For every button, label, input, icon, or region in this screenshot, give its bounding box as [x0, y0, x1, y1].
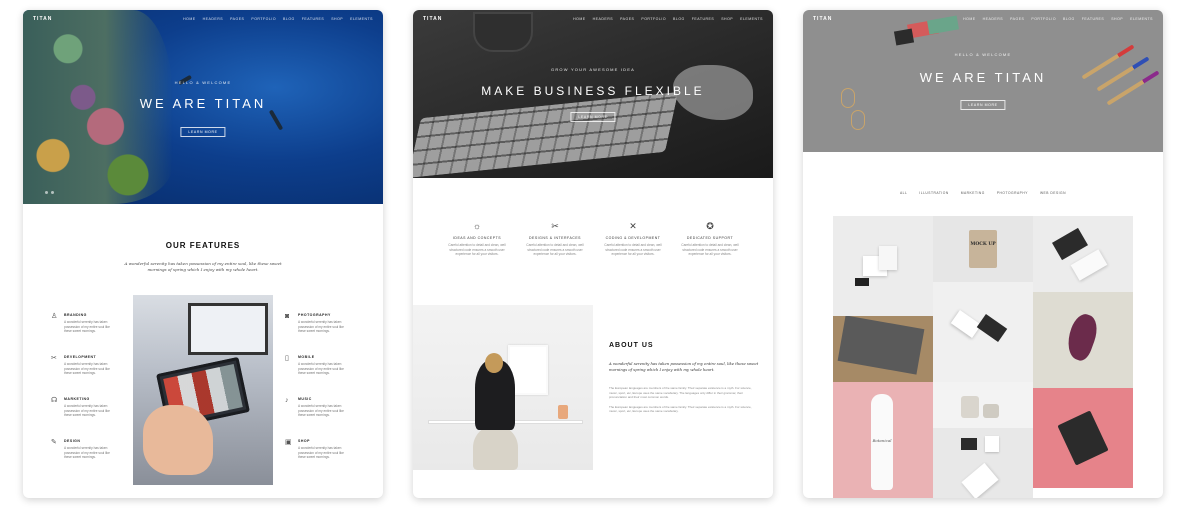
hero-headline: WE ARE TITAN [139, 96, 267, 111]
template-preview-card-2[interactable]: Grow your awesome idea MAKE BUSINESS FLE… [413, 10, 773, 498]
nav-item-blog[interactable]: Blog [673, 17, 685, 21]
nav-item-headers[interactable]: Headers [593, 17, 613, 21]
navbar: TITAN Home Headers Pages Portfolio Blog … [23, 10, 383, 28]
service-designs: ✂ Designs & interfaces Careful attention… [521, 220, 589, 257]
nav-item-blog[interactable]: Blog [1063, 17, 1075, 21]
about-photo [413, 305, 593, 470]
nav-menu: Home Headers Pages Portfolio Blog Featur… [183, 17, 373, 21]
nav-item-blog[interactable]: Blog [283, 17, 295, 21]
learn-more-button[interactable]: Learn more [960, 100, 1006, 110]
nav-item-pages[interactable]: Pages [230, 17, 244, 21]
portfolio-tile-stationery[interactable] [933, 428, 1033, 498]
nav-item-home[interactable]: Home [183, 17, 196, 21]
lightbulb-icon: ♙ [51, 313, 58, 320]
hero-workspace: Grow your awesome idea MAKE BUSINESS FLE… [413, 10, 773, 178]
nav-item-portfolio[interactable]: Portfolio [641, 17, 666, 21]
portfolio-grid: MOCK UP Botanical [833, 216, 1133, 498]
hero-stationery: Hello & welcome WE ARE TITAN Learn more [803, 10, 1163, 152]
site-logo[interactable]: TITAN [423, 16, 442, 22]
nav-item-portfolio[interactable]: Portfolio [1031, 17, 1056, 21]
about-paragraph-2: The European languages are members of th… [609, 404, 752, 414]
about-paragraph-1: The European languages are members of th… [609, 386, 752, 399]
bottle-label: Botanical [872, 438, 892, 443]
hero-headline: MAKE BUSINESS FLEXIBLE [481, 84, 705, 98]
portfolio-tile-notebook[interactable] [1033, 388, 1133, 488]
site-logo[interactable]: TITAN [33, 16, 52, 22]
megaphone-icon: ☊ [51, 397, 58, 404]
nav-item-pages[interactable]: Pages [1010, 17, 1024, 21]
nav-item-shop[interactable]: Shop [331, 17, 343, 21]
template-preview-card-1[interactable]: Hello & welcome WE ARE TITAN Learn more … [23, 10, 383, 498]
bulb-icon: ☼ [472, 221, 482, 231]
filter-web-design[interactable]: Web Design [1040, 191, 1066, 195]
nav-item-home[interactable]: Home [963, 17, 976, 21]
filter-illustration[interactable]: Illustration [919, 191, 948, 195]
hero-underwater: Hello & welcome WE ARE TITAN Learn more [23, 10, 383, 204]
lifebuoy-icon: ✪ [706, 221, 714, 231]
tools-icon: ✂ [551, 221, 559, 231]
hero-kicker: Hello & welcome [954, 52, 1012, 57]
learn-more-button[interactable]: Learn more [180, 127, 226, 137]
slider-dots[interactable] [45, 191, 54, 194]
portfolio-tile-cards-2[interactable] [933, 282, 1033, 382]
nav-item-elements[interactable]: Elements [1130, 17, 1153, 21]
keyboard-image [413, 92, 679, 178]
hero-headline: WE ARE TITAN [919, 70, 1047, 85]
filter-marketing[interactable]: Marketing [961, 191, 985, 195]
tools-icon: ✂ [51, 355, 57, 362]
portfolio-tile-ceramics[interactable] [933, 382, 1033, 428]
portfolio-tile-cards[interactable] [833, 216, 933, 316]
nav-item-headers[interactable]: Headers [203, 17, 223, 21]
nav-item-elements[interactable]: Elements [350, 17, 373, 21]
features-title: OUR FEATURES [165, 241, 241, 250]
template-preview-card-3[interactable]: Hello & welcome WE ARE TITAN Learn more … [803, 10, 1163, 498]
portfolio-tile-book[interactable] [833, 316, 933, 382]
wrench-icon: ✕ [629, 221, 637, 231]
music-icon: ♪ [285, 397, 289, 404]
service-support: ✪ Dedicated support Careful attention to… [676, 220, 744, 257]
navbar: TITAN Home Headers Pages Portfolio Blog … [803, 10, 1163, 28]
nav-item-shop[interactable]: Shop [1111, 17, 1123, 21]
service-coding: ✕ Coding & development Careful attention… [599, 220, 667, 257]
nav-item-headers[interactable]: Headers [983, 17, 1003, 21]
filter-photography[interactable]: Photography [997, 191, 1028, 195]
paperclip-1 [841, 88, 855, 108]
hero-kicker: Hello & welcome [174, 80, 232, 85]
about-quote: A wonderful serenity has taken possessio… [609, 361, 759, 372]
paperclip-2 [851, 110, 865, 130]
tablet-photo [133, 295, 273, 485]
navbar: TITAN Home Headers Pages Portfolio Blog … [413, 10, 773, 28]
portfolio-tile-business-cards[interactable] [1033, 216, 1133, 292]
portfolio-tile-bottle[interactable]: Botanical [833, 382, 933, 498]
nav-item-home[interactable]: Home [573, 17, 586, 21]
nav-item-features[interactable]: Features [692, 17, 714, 21]
site-logo[interactable]: TITAN [813, 16, 832, 22]
portfolio-tile-bag[interactable]: MOCK UP [933, 216, 1033, 282]
learn-more-button[interactable]: Learn more [570, 112, 616, 122]
mockup-bag-label: MOCK UP [970, 242, 996, 247]
shop-icon: ▣ [285, 439, 292, 446]
nav-item-shop[interactable]: Shop [721, 17, 733, 21]
nav-item-pages[interactable]: Pages [620, 17, 634, 21]
portfolio-tile-hand-art[interactable] [1033, 292, 1133, 388]
about-title: ABOUT US [609, 342, 654, 349]
nav-item-features[interactable]: Features [1082, 17, 1104, 21]
filter-all[interactable]: All [900, 191, 907, 195]
mobile-icon: ▯ [285, 355, 289, 362]
hero-kicker: Grow your awesome idea [551, 67, 635, 72]
nav-item-elements[interactable]: Elements [740, 17, 763, 21]
nav-item-portfolio[interactable]: Portfolio [251, 17, 276, 21]
features-lead: A wonderful serenity has taken possessio… [124, 261, 282, 272]
portfolio-filters: All Illustration Marketing Photography W… [803, 191, 1163, 195]
diver-figure-2 [268, 109, 284, 131]
camera-icon: ◙ [285, 313, 290, 320]
nav-menu: Home Headers Pages Portfolio Blog Featur… [573, 17, 763, 21]
paper-scrap-black [893, 28, 915, 46]
service-ideas: ☼ Ideas and concepts Careful attention t… [443, 220, 511, 257]
about-section: ABOUT US A wonderful serenity has taken … [609, 342, 759, 414]
nav-item-features[interactable]: Features [302, 17, 324, 21]
nav-menu: Home Headers Pages Portfolio Blog Featur… [963, 17, 1153, 21]
pen-icon: ✎ [51, 439, 57, 446]
